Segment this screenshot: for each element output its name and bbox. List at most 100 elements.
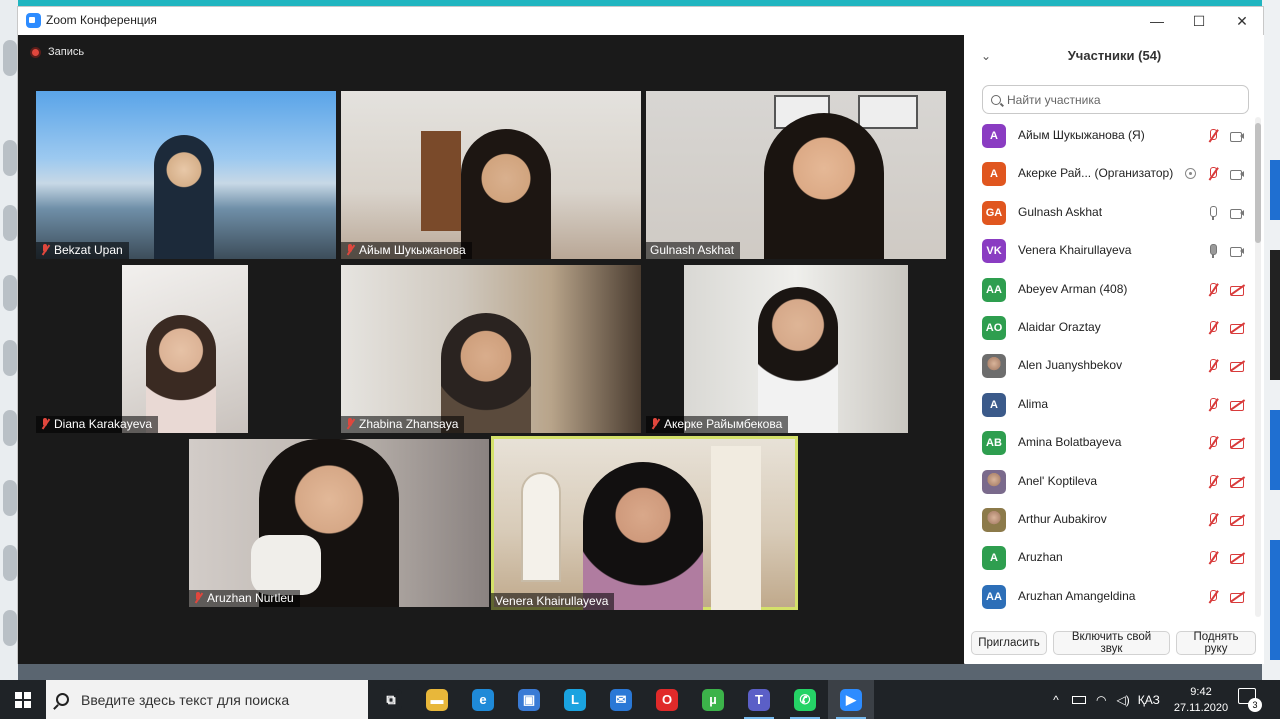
mic-muted-icon[interactable]	[1206, 167, 1220, 181]
tray-overflow-chevron-icon[interactable]: ^	[1048, 693, 1064, 707]
volume-icon[interactable]: ◁)	[1116, 693, 1129, 707]
mic-icon[interactable]	[1206, 244, 1220, 259]
video-tile[interactable]: Bekzat Upan	[36, 91, 336, 259]
system-tray: ^ ◠ ◁) ҚАЗ	[1048, 680, 1160, 719]
invite-button[interactable]: Пригласить	[971, 631, 1047, 655]
video-off-icon[interactable]	[1230, 513, 1244, 527]
taskbar-app-store[interactable]: ▣	[506, 680, 552, 719]
video-off-icon[interactable]	[1230, 321, 1244, 335]
video-icon[interactable]	[1230, 244, 1244, 258]
taskbar-app-app-l[interactable]: L	[552, 680, 598, 719]
participant-row[interactable]: VK Venera Khairullayeva	[965, 232, 1255, 270]
participant-name: Abeyev Arman (408)	[1018, 281, 1128, 296]
host-icon	[1185, 168, 1196, 180]
video-tile[interactable]: Zhabina Zhansaya	[341, 265, 641, 433]
mic-icon[interactable]	[1206, 205, 1220, 220]
video-off-icon[interactable]	[1230, 398, 1244, 412]
participant-row[interactable]: A Alima	[965, 386, 1255, 424]
taskbar-search[interactable]: Введите здесь текст для поиска	[46, 680, 368, 719]
mic-muted-icon[interactable]	[1206, 359, 1220, 373]
teams-icon: T	[748, 688, 770, 711]
participant-row[interactable]: AA Aruzhan Amangeldina	[965, 578, 1255, 616]
clock-time: 9:42	[1190, 686, 1212, 698]
search-icon	[991, 94, 1001, 105]
taskbar-app-edge[interactable]: e	[460, 680, 506, 719]
taskbar-app-zoom[interactable]: ▶	[828, 680, 874, 719]
maximize-button[interactable]: ☐	[1177, 7, 1221, 35]
participant-row[interactable]: AA Abeyev Arman (408)	[965, 271, 1255, 309]
mic-muted-icon[interactable]	[1206, 551, 1220, 565]
windows-logo-icon	[15, 691, 31, 708]
mic-muted-icon[interactable]	[1206, 397, 1220, 412]
video-off-icon[interactable]	[1230, 283, 1244, 297]
start-button[interactable]	[0, 680, 46, 719]
video-off-icon[interactable]	[1230, 551, 1244, 565]
battery-icon[interactable]	[1072, 695, 1086, 704]
whatsapp-icon: ✆	[794, 688, 816, 711]
raise-hand-button[interactable]: Поднять руку	[1176, 631, 1256, 655]
avatar: A	[982, 546, 1006, 571]
participant-list-scrollbar[interactable]	[1255, 117, 1261, 617]
participants-panel: ⌄ Участники (54) А Айым Шукыжанова (Я) А Ак…	[965, 35, 1264, 664]
recording-indicator[interactable]: Запись	[30, 46, 84, 58]
video-icon[interactable]	[1230, 206, 1244, 220]
recording-label: Запись	[48, 46, 85, 58]
participant-name: Gulnash Askhat	[650, 243, 735, 257]
participants-header: ⌄ Участники (54)	[965, 35, 1264, 81]
wifi-icon[interactable]: ◠	[1096, 693, 1106, 707]
video-tile[interactable]: Gulnash Askhat	[646, 91, 946, 259]
mic-muted-icon	[193, 592, 203, 604]
participant-search-input[interactable]	[1007, 92, 1237, 107]
window-title: Zoom Конференция	[46, 13, 157, 27]
taskbar-app-mail[interactable]: ✉	[598, 680, 644, 719]
close-button[interactable]: ✕	[1220, 7, 1264, 35]
participant-row[interactable]: А Айым Шукыжанова (Я)	[965, 117, 1255, 155]
video-off-icon[interactable]	[1230, 475, 1244, 489]
avatar: AO	[982, 316, 1006, 340]
taskbar-app-teams[interactable]: T	[736, 680, 782, 719]
mic-muted-icon[interactable]	[1206, 129, 1220, 143]
video-tile[interactable]: Aruzhan Nurtleu	[189, 439, 489, 607]
participant-name: Venera Khairullayeva	[1018, 243, 1132, 258]
unmute-self-button[interactable]: Включить свой звук	[1053, 631, 1170, 655]
tile-name-tag: Venera Khairullayeva	[491, 593, 615, 610]
zoom-icon: ▶	[840, 688, 862, 711]
mic-muted-icon[interactable]	[1206, 474, 1220, 489]
mic-muted-icon[interactable]	[1206, 436, 1220, 450]
language-indicator[interactable]: ҚАЗ	[1138, 693, 1160, 707]
video-tile-active-speaker[interactable]: Venera Khairullayeva	[491, 436, 798, 610]
minimize-button[interactable]: —	[1135, 7, 1179, 35]
video-icon[interactable]	[1230, 129, 1244, 143]
tile-name-tag: Zhabina Zhansaya	[341, 416, 465, 433]
participant-search[interactable]	[982, 85, 1249, 114]
participant-row[interactable]: GA Gulnash Askhat	[965, 194, 1255, 232]
taskbar-app-file-explorer[interactable]: ▬	[414, 680, 460, 719]
mic-muted-icon[interactable]	[1206, 282, 1220, 297]
participant-name: Alen Juanyshbekov	[1018, 358, 1123, 373]
participant-row[interactable]: A Aruzhan	[965, 539, 1255, 577]
mic-muted-icon[interactable]	[1206, 589, 1220, 604]
participant-row[interactable]: AB Amina Bolatbayeva	[965, 424, 1255, 462]
video-off-icon[interactable]	[1230, 590, 1244, 604]
taskbar-app-opera[interactable]: O	[644, 680, 690, 719]
participant-row[interactable]: Anel' Koptileva	[965, 463, 1255, 501]
participant-row[interactable]: Alen Juanyshbekov	[965, 347, 1255, 385]
video-off-icon[interactable]	[1230, 359, 1244, 373]
video-tile[interactable]: Diana Karakayeva	[36, 265, 336, 433]
taskbar-app-whatsapp[interactable]: ✆	[782, 680, 828, 719]
taskbar-clock[interactable]: 9:42 27.11.2020	[1170, 684, 1232, 716]
video-tile[interactable]: Айым Шукыжанова	[341, 91, 641, 259]
mic-muted-icon	[345, 244, 355, 256]
notification-count-badge: 3	[1248, 698, 1262, 712]
scroll-thumb[interactable]	[1255, 123, 1261, 243]
participant-row[interactable]: А Акерке Рай... (Организатор)	[965, 155, 1255, 193]
video-icon[interactable]	[1230, 167, 1244, 181]
participant-row[interactable]: AO Alaidar Oraztay	[965, 309, 1255, 347]
taskbar-app-task-view[interactable]: ⧉	[368, 680, 414, 719]
participant-row[interactable]: Arthur Aubakirov	[965, 501, 1255, 539]
mic-muted-icon[interactable]	[1206, 321, 1220, 335]
taskbar-app-utorrent[interactable]: µ	[690, 680, 736, 719]
mic-muted-icon[interactable]	[1206, 513, 1220, 527]
video-off-icon[interactable]	[1230, 436, 1244, 450]
video-tile[interactable]: Акерке Райымбекова	[646, 265, 946, 433]
